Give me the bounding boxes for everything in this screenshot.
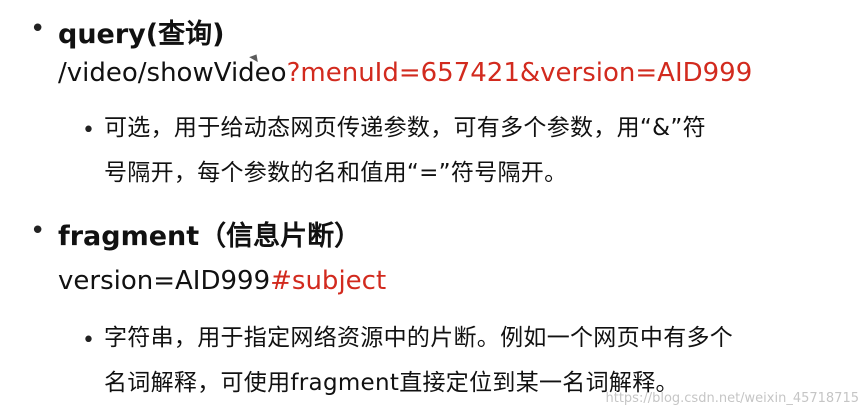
slide: • query(查询) /video/showVideo?menuId=6574… (0, 0, 867, 410)
query-example: /video/showVideo?menuId=657421&version=A… (58, 58, 752, 88)
heading-fragment: fragment（信息片断） (58, 221, 362, 252)
heading-query: query(查询) (58, 19, 225, 50)
query-example-params: ?menuId=657421&version=AID999 (286, 58, 753, 88)
sub-bullet-query: • (82, 118, 95, 143)
fragment-description-line: 字符串，用于指定网络资源中的片断。例如一个网页中有多个 (104, 325, 734, 351)
bullet-query: • (30, 14, 46, 44)
bullet-fragment: • (30, 216, 46, 246)
fragment-example-hash: #subject (270, 266, 387, 296)
fragment-example: version=AID999#subject (58, 266, 386, 296)
query-example-path: /video/showVideo (58, 58, 287, 88)
watermark: https://blog.csdn.net/weixin_45718715 (605, 391, 859, 406)
query-description-line: 可选，用于给动态网页传递参数，可有多个参数，用“&”符 (104, 115, 706, 141)
query-description: 可选，用于给动态网页传递参数，可有多个参数，用“&”符 号隔开，每个参数的名和值… (104, 106, 706, 196)
fragment-example-value: version=AID999 (58, 266, 271, 296)
sub-bullet-fragment: • (82, 328, 95, 353)
query-description-line: 号隔开，每个参数的名和值用“=”符号隔开。 (104, 160, 568, 186)
